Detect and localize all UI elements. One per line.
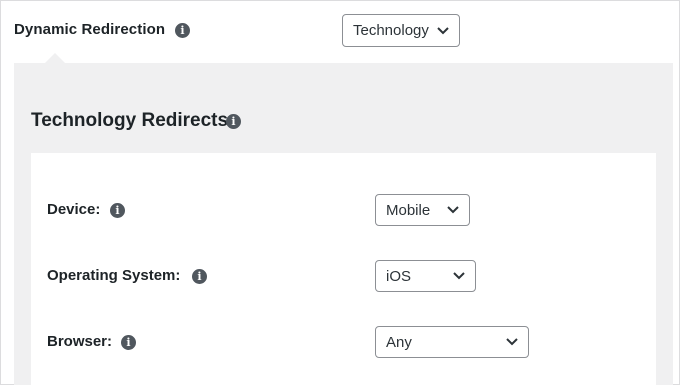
info-icon[interactable]: i xyxy=(121,335,136,350)
chevron-down-icon xyxy=(447,206,459,214)
info-icon[interactable]: i xyxy=(226,114,241,129)
operating-system-label: Operating System: xyxy=(47,267,181,284)
operating-system-selected: iOS xyxy=(386,267,412,285)
device-select[interactable]: Mobile xyxy=(375,194,470,226)
info-icon[interactable]: i xyxy=(175,23,190,38)
chevron-down-icon xyxy=(437,26,449,34)
browser-label: Browser: xyxy=(47,333,113,350)
chevron-down-icon xyxy=(453,272,465,280)
browser-select[interactable]: Any xyxy=(375,326,529,358)
dynamic-redirection-selected: Technology xyxy=(353,22,429,39)
dynamic-redirection-label: Dynamic Redirection xyxy=(14,21,166,38)
info-icon[interactable]: i xyxy=(192,269,207,284)
dynamic-redirection-row: Dynamic Redirection i Technology xyxy=(1,1,680,61)
settings-frame: Dynamic Redirection i Technology Technol… xyxy=(0,0,680,385)
info-icon[interactable]: i xyxy=(110,203,125,218)
operating-system-select[interactable]: iOS xyxy=(375,260,476,292)
technology-redirects-title: Technology Redirects xyxy=(31,110,229,131)
chevron-down-icon xyxy=(506,338,518,346)
device-selected: Mobile xyxy=(386,201,431,219)
device-label: Device: xyxy=(47,201,101,218)
dynamic-redirection-select[interactable]: Technology xyxy=(342,14,460,47)
browser-selected: Any xyxy=(386,333,412,351)
panel-pointer xyxy=(45,53,65,63)
